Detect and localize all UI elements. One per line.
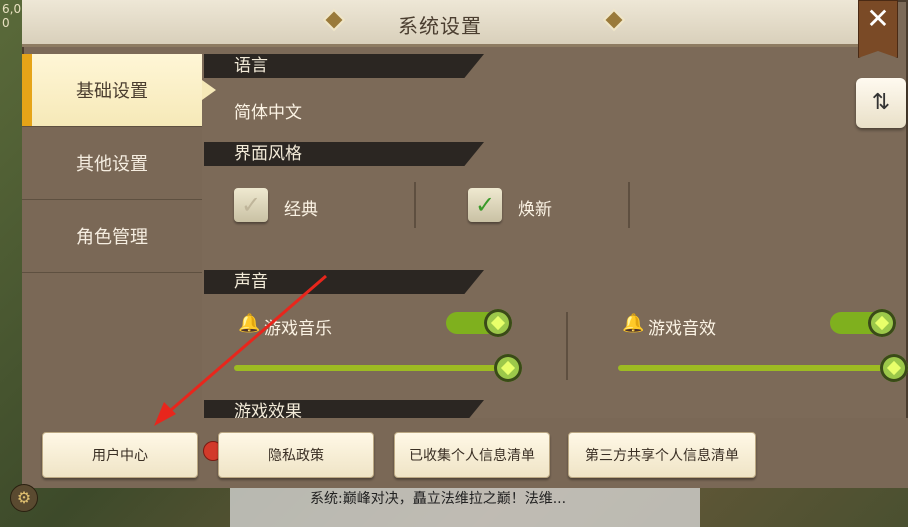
title-bar: 系统设置: [22, 0, 858, 47]
slider-handle[interactable]: [880, 354, 908, 382]
language-value[interactable]: 简体中文: [234, 98, 302, 123]
divider: [566, 312, 568, 380]
settings-content: 语言 简体中文 界面风格 ✓ 经典 ✓ 焕新 声音 🔔 游戏音乐 🔔 游戏音效 …: [204, 54, 908, 418]
user-center-button[interactable]: 用户中心: [42, 432, 223, 478]
game-music-slider[interactable]: [234, 354, 522, 382]
section-header-language: 语言: [204, 54, 484, 78]
section-header-sound: 声音: [204, 270, 484, 294]
gear-icon[interactable]: ⚙: [10, 484, 38, 512]
tab-label: 其他设置: [76, 154, 148, 175]
toggle-knob: [868, 309, 896, 337]
diamond-ornament-right: [605, 11, 623, 29]
section-header-style: 界面风格: [204, 142, 484, 166]
classic-checkbox[interactable]: ✓: [234, 188, 268, 222]
diamond-ornament-left: [325, 11, 343, 29]
divider: [628, 182, 630, 228]
button-label: 用户中心: [92, 448, 148, 464]
third-party-info-button[interactable]: 第三方共享个人信息清单: [568, 432, 756, 478]
new-style-label: 焕新: [518, 200, 552, 220]
toggle-knob: [484, 309, 512, 337]
game-effects-toggle[interactable]: [830, 309, 896, 337]
privacy-policy-button[interactable]: 隐私政策: [218, 432, 374, 478]
game-music-toggle[interactable]: [446, 309, 512, 337]
page-title: 系统设置: [398, 14, 482, 38]
close-button[interactable]: ✕: [858, 0, 898, 58]
tab-label: 基础设置: [76, 81, 148, 102]
button-label: 第三方共享个人信息清单: [585, 448, 739, 464]
sidebar: 基础设置 其他设置 角色管理: [22, 54, 216, 418]
section-header-effects: 游戏效果: [204, 400, 484, 418]
tab-label: 角色管理: [76, 227, 148, 248]
divider: [414, 182, 416, 228]
system-ticker: 系统:巅峰对决，矗立法维拉之巅！法维...: [230, 488, 700, 527]
bell-icon: 🔔: [622, 313, 645, 334]
game-effects-slider[interactable]: [618, 354, 908, 382]
refresh-icon: ⇅: [871, 90, 891, 115]
refresh-button[interactable]: ⇅: [856, 78, 906, 128]
game-music-label: 游戏音乐: [264, 319, 332, 339]
footer-bar: 用户中心 隐私政策 已收集个人信息清单 第三方共享个人信息清单: [22, 418, 908, 488]
bell-icon: 🔔: [238, 313, 261, 334]
button-label: 隐私政策: [268, 448, 324, 464]
tab-basic-settings[interactable]: 基础设置: [22, 54, 216, 127]
collected-info-button[interactable]: 已收集个人信息清单: [394, 432, 550, 478]
button-label: 已收集个人信息清单: [409, 448, 535, 464]
close-icon: ✕: [866, 2, 890, 35]
tab-other-settings[interactable]: 其他设置: [22, 127, 202, 200]
new-style-checkbox[interactable]: ✓: [468, 188, 502, 222]
classic-label: 经典: [284, 200, 318, 220]
tab-role-management[interactable]: 角色管理: [22, 200, 202, 273]
game-effects-label: 游戏音效: [648, 319, 716, 339]
slider-handle[interactable]: [494, 354, 522, 382]
